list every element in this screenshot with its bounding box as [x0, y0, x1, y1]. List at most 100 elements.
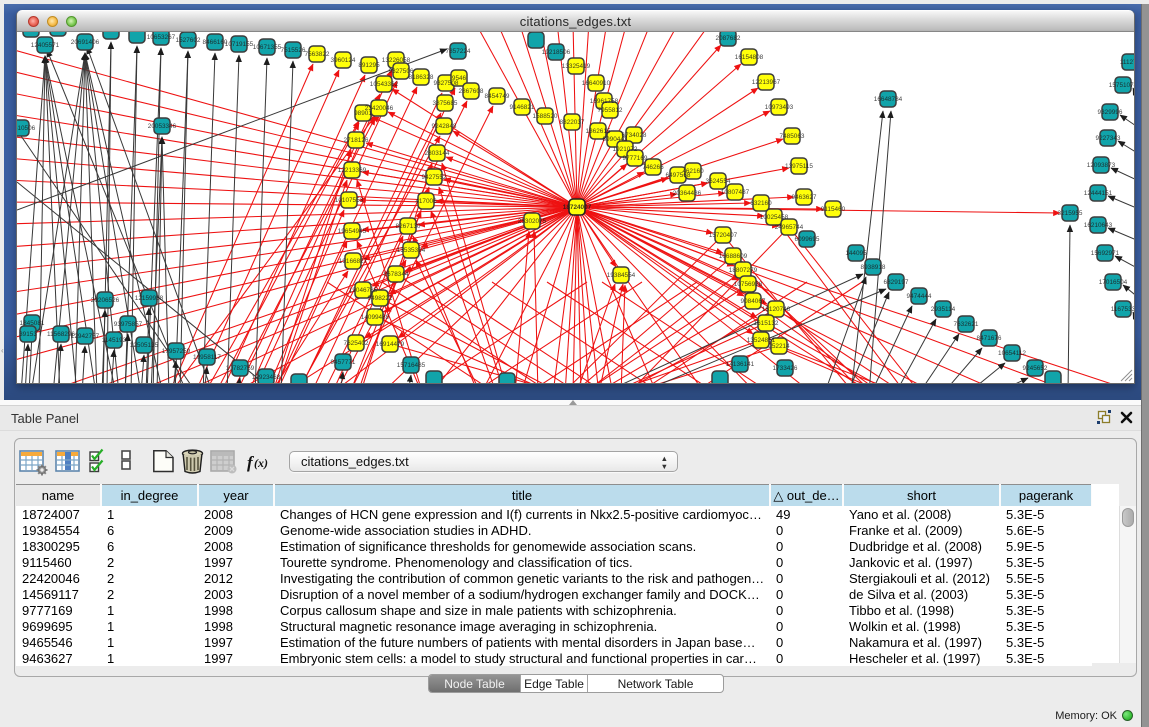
svg-text:12093873: 12093873	[1087, 162, 1116, 169]
svg-text:9777169: 9777169	[623, 155, 648, 162]
svg-text:7625402: 7625402	[344, 340, 369, 347]
svg-text:2803144: 2803144	[425, 150, 450, 157]
svg-text:13975115: 13975115	[785, 163, 813, 170]
svg-text:1845081: 1845081	[20, 320, 45, 327]
svg-text:12405571: 12405571	[31, 42, 60, 49]
svg-text:10719155: 10719155	[225, 41, 254, 48]
svg-text:20206526: 20206526	[91, 297, 120, 304]
svg-text:8938918: 8938918	[861, 264, 886, 271]
svg-text:12213967: 12213967	[752, 79, 781, 86]
svg-text:1921072: 1921072	[613, 146, 638, 153]
svg-text:9427552: 9427552	[422, 174, 447, 181]
svg-text:746266: 746266	[642, 164, 664, 171]
svg-text:6829197: 6829197	[884, 279, 909, 286]
svg-text:20053346: 20053346	[148, 123, 177, 130]
svg-text:10756928: 10756928	[734, 281, 763, 288]
svg-text:3960124: 3960124	[331, 57, 356, 64]
svg-text:1362615: 1362615	[586, 128, 611, 135]
svg-text:93975857: 93975857	[114, 321, 143, 328]
svg-text:39153: 39153	[19, 331, 37, 338]
svg-text:632160: 632160	[750, 200, 772, 207]
svg-text:8454749: 8454749	[485, 93, 510, 100]
svg-text:9498222: 9498222	[368, 295, 393, 302]
svg-text:9146821: 9146821	[510, 104, 535, 111]
svg-text:15751074: 15751074	[1109, 82, 1134, 89]
svg-text:15692971: 15692971	[1091, 250, 1120, 257]
svg-text:(x): (x)	[254, 456, 268, 470]
svg-text:20691406: 20691406	[71, 39, 100, 46]
svg-text:10543362: 10543362	[370, 81, 399, 88]
svg-text:98901: 98901	[354, 110, 372, 117]
svg-text:15716485: 15716485	[397, 362, 426, 369]
svg-text:9474444: 9474444	[907, 293, 932, 300]
svg-text:16648784: 16648784	[874, 96, 903, 103]
svg-text:7857224: 7857224	[446, 48, 471, 55]
svg-text:24965744: 24965744	[775, 224, 804, 231]
svg-text:1588520: 1588520	[533, 113, 558, 120]
svg-text:9227343: 9227343	[1096, 135, 1121, 142]
svg-text:3215955: 3215955	[1058, 210, 1083, 217]
svg-text:12923468: 12923468	[252, 374, 281, 381]
svg-text:19166827: 19166827	[339, 258, 368, 265]
svg-text:7485063: 7485063	[780, 133, 805, 140]
svg-text:14099489: 14099489	[361, 314, 390, 321]
svg-text:3624554: 3624554	[706, 178, 731, 185]
svg-text:462160: 462160	[682, 168, 704, 175]
svg-text:10653267: 10653267	[147, 34, 176, 41]
svg-text:10807487: 10807487	[721, 189, 750, 196]
svg-text:8678344: 8678344	[384, 271, 409, 278]
svg-text:1167533: 1167533	[1111, 306, 1134, 313]
svg-text:9463627: 9463627	[792, 194, 817, 201]
svg-text:12505135: 12505135	[130, 342, 159, 349]
svg-text:10107553: 10107553	[335, 197, 364, 204]
svg-text:111278: 111278	[1120, 59, 1134, 66]
svg-text:17016504: 17016504	[1099, 279, 1128, 286]
svg-text:9242848: 9242848	[432, 123, 457, 130]
svg-text:2087682: 2087682	[716, 35, 741, 42]
svg-text:9546: 9546	[452, 75, 467, 82]
svg-text:12942757: 12942757	[71, 333, 100, 340]
svg-text:12159938: 12159938	[135, 295, 164, 302]
svg-text:9245652: 9245652	[1023, 365, 1048, 372]
svg-text:10973493: 10973493	[765, 104, 794, 111]
svg-text:18724007: 18724007	[563, 204, 592, 211]
svg-text:10688609: 10688609	[719, 253, 748, 260]
svg-text:12444151: 12444151	[1084, 190, 1113, 197]
svg-text:25302075: 25302075	[518, 218, 547, 225]
svg-text:16120746: 16120746	[762, 306, 791, 313]
svg-text:16154808: 16154808	[735, 54, 764, 61]
svg-text:20364436: 20364436	[673, 190, 702, 197]
svg-text:10671355: 10671355	[253, 44, 282, 51]
svg-text:8267130: 8267130	[396, 223, 421, 230]
svg-text:18807279: 18807279	[729, 267, 758, 274]
svg-text:144095: 144095	[845, 250, 867, 257]
svg-text:417006: 417006	[415, 198, 437, 205]
svg-text:1527602: 1527602	[176, 37, 201, 44]
svg-text:12213369: 12213369	[338, 167, 367, 174]
svg-text:13325419: 13325419	[562, 63, 591, 70]
svg-text:16640910: 16640910	[582, 80, 611, 87]
svg-text:7955812: 7955812	[598, 107, 623, 114]
svg-text:13226058: 13226058	[382, 57, 411, 64]
svg-text:1615132: 1615132	[754, 320, 779, 327]
svg-text:19218506: 19218506	[542, 49, 571, 56]
svg-text:10782759: 10782759	[226, 365, 255, 372]
svg-text:16210643: 16210643	[1084, 222, 1113, 229]
svg-text:15720407: 15720407	[709, 232, 738, 239]
svg-text:16914479: 16914479	[376, 341, 405, 348]
svg-text:2718126: 2718126	[344, 137, 369, 144]
svg-text:6099695: 6099695	[795, 236, 820, 243]
svg-text:7515526: 7515526	[281, 47, 306, 54]
svg-text:8186328: 8186328	[409, 74, 434, 81]
svg-text:10654112: 10654112	[998, 350, 1026, 357]
svg-text:9115460: 9115460	[821, 206, 846, 213]
svg-text:19046785: 19046785	[349, 287, 378, 294]
svg-text:3875685: 3875685	[433, 100, 458, 107]
svg-text:1145193: 1145193	[102, 337, 127, 344]
svg-text:9329996: 9329996	[1098, 109, 1123, 116]
svg-text:7563822: 7563822	[305, 51, 330, 58]
svg-text:2867608: 2867608	[459, 88, 484, 95]
svg-text:20610506: 20610506	[17, 125, 36, 132]
svg-text:9084067: 9084067	[741, 298, 766, 305]
svg-text:6734028: 6734028	[622, 132, 647, 139]
